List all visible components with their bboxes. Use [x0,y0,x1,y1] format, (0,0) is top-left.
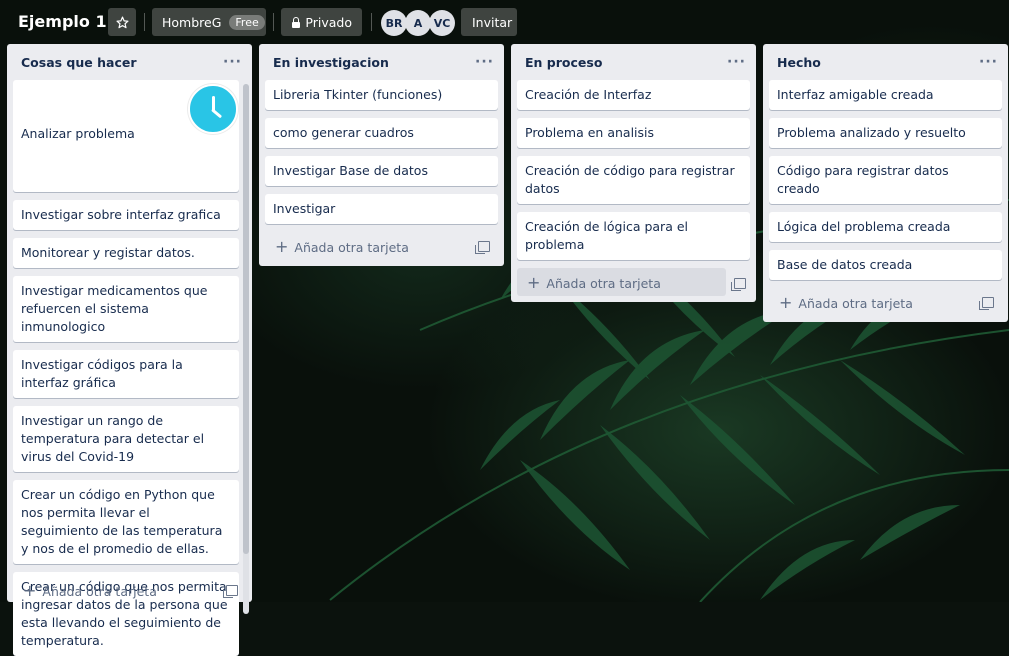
add-card-button[interactable]: + Añada otra tarjeta [13,576,246,604]
card[interactable]: Problema analizado y resuelto [769,118,1002,148]
card[interactable]: Base de datos creada [769,250,1002,280]
list-header: En proceso ··· [511,44,756,80]
plus-icon: + [527,272,541,292]
card-template-icon[interactable] [223,584,238,598]
member-avatar[interactable]: BR [381,10,407,36]
card-title: Analizar problema [21,126,135,141]
add-card-label: Añada otra tarjeta [294,239,409,255]
add-card-label: Añada otra tarjeta [42,583,157,599]
card-container: Creación de Interfaz Problema en analisi… [511,80,756,260]
card[interactable]: Creación de Interfaz [517,80,750,110]
add-card-label: Añada otra tarjeta [798,295,913,311]
list-scrollbar[interactable] [243,84,249,614]
plus-icon: + [23,580,37,600]
card[interactable]: Creación de lógica para el problema [517,212,750,260]
board-title[interactable]: Ejemplo 1 [18,12,107,31]
list-title[interactable]: Cosas que hacer [21,55,137,70]
card-title: Investigar medicamentos que refuercen el… [21,283,208,334]
card-title: Problema analizado y resuelto [777,125,966,140]
card-title: Investigar [273,201,336,216]
scroll-thumb[interactable] [243,84,249,554]
card[interactable]: Creación de código para registrar datos [517,156,750,204]
lock-icon [291,16,301,28]
list-title[interactable]: En proceso [525,55,602,70]
star-icon [115,15,129,28]
header-divider [371,13,372,31]
ellipsis-icon[interactable]: ··· [475,54,494,70]
card[interactable]: como generar cuadros [265,118,498,148]
list-header: Hecho ··· [763,44,1008,80]
card[interactable]: Crear un código en Python que nos permit… [13,480,239,564]
card-title: Crear un código en Python que nos permit… [21,487,223,556]
plus-icon: + [779,292,793,312]
card-title: como generar cuadros [273,125,414,140]
workspace-button[interactable]: HombreG Free [152,8,266,36]
ellipsis-icon[interactable]: ··· [727,54,746,70]
add-card-button[interactable]: + Añada otra tarjeta [265,232,498,260]
ellipsis-icon[interactable]: ··· [979,54,998,70]
card[interactable]: Monitorear y registar datos. [13,238,239,268]
list-header: En investigacion ··· [259,44,504,80]
board-header: Ejemplo 1 HombreG Free Privado BR A VC I… [0,0,1009,44]
card[interactable]: Investigar un rango de temperatura para … [13,406,239,472]
clock-sticker-icon [188,84,238,134]
card-title: Interfaz amigable creada [777,87,934,102]
list-title[interactable]: Hecho [777,55,821,70]
invite-button[interactable]: Invitar [461,8,517,36]
list-hecho: Hecho ··· Interfaz amigable creada Probl… [763,44,1008,322]
card-container: Libreria Tkinter (funciones) como genera… [259,80,504,224]
list-header: Cosas que hacer ··· [7,44,252,80]
workspace-name: HombreG [162,14,222,30]
card[interactable]: Investigar Base de datos [265,156,498,186]
card-title: Investigar Base de datos [273,163,428,178]
card-title: Problema en analisis [525,125,655,140]
card-title: Código para registrar datos creado [777,163,949,196]
card-template-icon[interactable] [979,296,994,310]
plus-icon: + [275,236,289,256]
list-en-investigacion: En investigacion ··· Libreria Tkinter (f… [259,44,504,266]
card-container: Analizar problema Investigar sobre inter… [7,80,252,656]
card-template-icon[interactable] [475,240,490,254]
list-title[interactable]: En investigacion [273,55,389,70]
card[interactable]: Lógica del problema creada [769,212,1002,242]
card-title: Creación de Interfaz [525,87,652,102]
card-title: Lógica del problema creada [777,219,951,234]
card-title: Creación de código para registrar datos [525,163,735,196]
add-card-button[interactable]: + Añada otra tarjeta [769,288,1002,316]
add-card-label: Añada otra tarjeta [546,275,661,291]
plan-badge: Free [229,14,265,30]
card-title: Investigar un rango de temperatura para … [21,413,205,464]
card[interactable]: Código para registrar datos creado [769,156,1002,204]
card[interactable]: Problema en analisis [517,118,750,148]
card[interactable]: Investigar [265,194,498,224]
card-title: Creación de lógica para el problema [525,219,688,252]
visibility-label: Privado [305,14,352,30]
card[interactable]: Investigar códigos para la interfaz gráf… [13,350,239,398]
card-title: Libreria Tkinter (funciones) [273,87,443,102]
card[interactable]: Interfaz amigable creada [769,80,1002,110]
card[interactable]: Investigar medicamentos que refuercen el… [13,276,239,342]
card[interactable]: Libreria Tkinter (funciones) [265,80,498,110]
star-button[interactable] [108,8,136,36]
member-avatar[interactable]: VC [429,10,455,36]
visibility-button[interactable]: Privado [281,8,362,36]
card-title: Base de datos creada [777,257,913,272]
card-template-icon[interactable] [731,278,746,291]
header-divider [273,13,274,31]
add-card-button[interactable]: + Añada otra tarjeta [517,268,726,296]
card-title: Investigar códigos para la interfaz gráf… [21,357,183,390]
ellipsis-icon[interactable]: ··· [223,54,242,70]
header-divider [144,13,145,31]
card-title: Investigar sobre interfaz grafica [21,207,221,222]
card[interactable]: Investigar sobre interfaz grafica [13,200,239,230]
list-cosas-que-hacer: Cosas que hacer ··· Analizar problema In… [7,44,252,656]
card-container: Interfaz amigable creada Problema analiz… [763,80,1008,280]
list-en-proceso: En proceso ··· Creación de Interfaz Prob… [511,44,756,302]
card-title: Monitorear y registar datos. [21,245,195,260]
member-avatar[interactable]: A [405,10,431,36]
